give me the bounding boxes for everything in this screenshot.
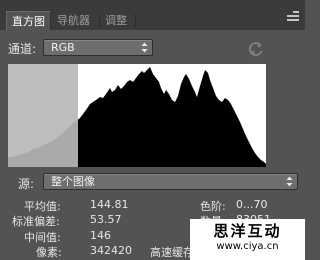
histogram-level-selection <box>8 64 78 167</box>
mean-label: 平均值: <box>24 200 61 213</box>
tab-navigator[interactable]: 导航器 <box>52 11 95 30</box>
watermark-title: 思洋互动 <box>213 222 282 240</box>
mean-value: 144.81 <box>90 198 129 211</box>
panel-tab-bar: 直方图 导航器 调整 <box>0 0 305 30</box>
source-select-value: 整个图像 <box>51 175 95 188</box>
median-label: 中间值: <box>24 231 61 244</box>
level-label: 色阶: <box>200 200 226 213</box>
pixels-label: 像素: <box>36 246 62 259</box>
dropdown-arrows-icon <box>286 176 293 187</box>
refresh-icon[interactable] <box>246 39 266 59</box>
channel-select[interactable]: RGB <box>43 39 153 56</box>
dropdown-arrows-icon <box>141 42 148 53</box>
channel-label: 通道: <box>8 42 37 56</box>
source-label: 源: <box>18 177 35 191</box>
tab-divider <box>135 14 136 27</box>
stddev-value: 53.57 <box>90 213 122 226</box>
tab-histogram[interactable]: 直方图 <box>6 11 51 30</box>
level-value: 0...70 <box>236 198 268 211</box>
source-select[interactable]: 整个图像 <box>43 173 298 190</box>
tab-adjustments[interactable]: 调整 <box>100 11 132 30</box>
pixels-value: 342420 <box>90 244 132 257</box>
histogram-graph[interactable] <box>8 64 266 167</box>
stddev-label: 标准偏差: <box>12 215 60 228</box>
channel-select-value: RGB <box>51 41 75 54</box>
watermark: 思洋互动 www.ciya.cn <box>190 219 305 260</box>
median-value: 146 <box>90 229 111 242</box>
watermark-url: www.ciya.cn <box>216 241 279 252</box>
panel-menu-icon[interactable] <box>287 11 299 21</box>
